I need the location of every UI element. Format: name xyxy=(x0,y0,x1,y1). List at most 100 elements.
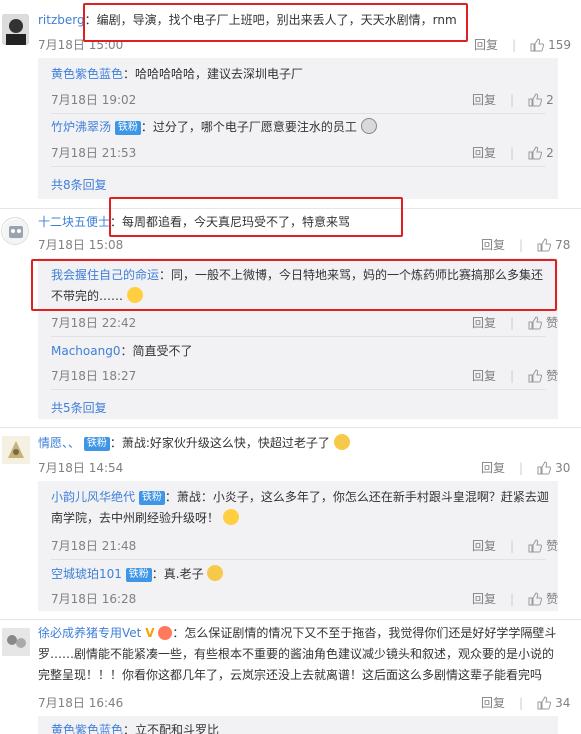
comment-actions: 回复 | 30 xyxy=(481,459,571,476)
reply-line: 竹炉沸翠汤 铁粉 ：过分了，哪个电子厂愿意要注水的员工 xyxy=(51,117,377,138)
reply-button[interactable]: 回复 xyxy=(474,36,498,53)
avatar[interactable] xyxy=(1,217,29,245)
like-count: 赞 xyxy=(546,539,559,553)
reply-text: 立不配和斗罗比 xyxy=(135,723,220,734)
divider xyxy=(51,336,546,337)
fan-badge: 铁粉 xyxy=(125,568,152,582)
reply-time: 7月18日 18:27 xyxy=(51,369,137,383)
emoji-icon xyxy=(360,118,377,134)
comment-time: 7月18日 15:08 xyxy=(38,238,124,252)
like-count: 2 xyxy=(546,92,554,107)
like-icon[interactable] xyxy=(537,237,552,252)
reply-text: 过分了，哪个电子厂愿意要注水的员工 xyxy=(152,120,357,134)
like-icon[interactable] xyxy=(537,695,552,710)
like-icon[interactable] xyxy=(528,145,543,160)
reply-text: 真.老子 xyxy=(163,567,204,581)
comment-actions: 回复 | 159 xyxy=(474,36,571,53)
comment-time: 7月18日 15:00 xyxy=(38,38,124,52)
like-count: 78 xyxy=(555,237,571,252)
comment-actions: 回复 | 78 xyxy=(481,236,571,253)
fan-badge: 铁粉 xyxy=(114,121,141,135)
like-icon[interactable] xyxy=(530,37,545,52)
comment-username[interactable]: ritzberg xyxy=(38,13,85,27)
comment-line: 徐必成养猪专用Vet V ：怎么保证剧情的情况下又不至于拖沓，我觉得你们还是好好… xyxy=(38,626,557,682)
divider xyxy=(0,619,581,620)
divider xyxy=(0,427,581,428)
like-count: 赞 xyxy=(546,316,559,330)
like-count: 赞 xyxy=(546,592,559,606)
like-icon[interactable] xyxy=(537,460,552,475)
comment-time: 7月18日 14:54 xyxy=(38,461,124,475)
like-icon[interactable] xyxy=(528,591,543,606)
avatar[interactable] xyxy=(2,628,30,656)
comment-text: 每周都追看，今天真尼玛受不了，特意来骂 xyxy=(122,215,351,229)
reply-button[interactable]: 回复 xyxy=(472,367,496,384)
like-count: 2 xyxy=(546,145,554,160)
reply-username[interactable]: 空城琥珀101 xyxy=(51,567,122,581)
reply-line: Machoang0：简直受不了 xyxy=(51,344,193,358)
reply-line: 我会握住自己的命运：同，一般不上微博，今日特地来骂，妈的一个炼药师比赛搞那么多集… xyxy=(51,268,544,303)
reply-actions: 回复 | 赞 xyxy=(472,537,559,554)
like-count: 赞 xyxy=(546,369,559,383)
emoji-icon xyxy=(222,509,239,525)
emoji-icon xyxy=(126,287,143,303)
reply-button[interactable]: 回复 xyxy=(472,91,496,108)
avatar-image-icon xyxy=(2,628,30,656)
fan-badge: 铁粉 xyxy=(138,491,165,505)
reply-button[interactable]: 回复 xyxy=(481,459,505,476)
reply-button[interactable]: 回复 xyxy=(472,590,496,607)
avatar[interactable] xyxy=(2,14,29,45)
emoji-icon xyxy=(207,565,224,581)
comment-time: 7月18日 16:46 xyxy=(38,696,124,710)
reply-time: 7月18日 21:48 xyxy=(51,539,137,553)
reply-actions: 回复 | 赞 xyxy=(472,590,559,607)
verified-icon: V xyxy=(145,626,155,640)
reply-username[interactable]: 竹炉沸翠汤 xyxy=(51,120,111,134)
like-count: 34 xyxy=(555,695,571,710)
comment-username[interactable]: 十二块五便士 xyxy=(38,215,110,229)
reply-line: 黄色紫色蓝色：哈哈哈哈哈，建议去深圳电子厂 xyxy=(51,67,304,81)
like-count: 30 xyxy=(555,460,571,475)
comment-text: 编剧，导演，找个电子厂上班吧，别出来丢人了，天天水剧情，rnm xyxy=(96,13,457,27)
reply-text: 简直受不了 xyxy=(132,344,193,358)
reply-actions: 回复 | 赞 xyxy=(472,367,559,384)
reply-username[interactable]: 小韵儿风华绝代 xyxy=(51,490,135,504)
reply-time: 7月18日 21:53 xyxy=(51,146,137,160)
like-icon[interactable] xyxy=(528,92,543,107)
divider xyxy=(51,113,546,114)
divider xyxy=(51,166,546,167)
reply-line: 黄色紫色蓝色：立不配和斗罗比 xyxy=(51,720,219,734)
like-icon[interactable] xyxy=(528,368,543,383)
reply-username[interactable]: Machoang0 xyxy=(51,344,120,358)
reply-actions: 回复 | 2 xyxy=(472,91,554,108)
avatar[interactable] xyxy=(2,436,30,464)
divider xyxy=(51,559,546,560)
cut-off-text xyxy=(2,0,6,5)
reply-time: 7月18日 19:02 xyxy=(51,93,137,107)
reply-button[interactable]: 回复 xyxy=(481,236,505,253)
reply-time: 7月18日 16:28 xyxy=(51,592,137,606)
comment-username[interactable]: 情愿、、 xyxy=(38,436,80,450)
like-icon[interactable] xyxy=(528,538,543,553)
more-replies-link[interactable]: 共8条回复 xyxy=(51,176,107,193)
reply-text: 哈哈哈哈哈，建议去深圳电子厂 xyxy=(135,67,304,81)
fan-badge: 铁粉 xyxy=(83,437,110,451)
reply-button[interactable]: 回复 xyxy=(472,314,496,331)
reply-actions: 回复 | 赞 xyxy=(472,314,559,331)
emoji-icon xyxy=(333,434,350,450)
reply-username[interactable]: 黄色紫色蓝色 xyxy=(51,723,123,734)
avatar-image-icon xyxy=(2,14,29,45)
divider xyxy=(51,389,546,390)
reply-button[interactable]: 回复 xyxy=(481,694,505,711)
like-icon[interactable] xyxy=(528,315,543,330)
reply-line: 空城琥珀101 铁粉 ：真.老子 xyxy=(51,564,224,585)
reply-button[interactable]: 回复 xyxy=(472,144,496,161)
reply-time: 7月18日 22:42 xyxy=(51,316,137,330)
reply-username[interactable]: 我会握住自己的命运 xyxy=(51,268,159,282)
comment-actions: 回复 | 34 xyxy=(481,694,571,711)
more-replies-link[interactable]: 共5条回复 xyxy=(51,399,107,416)
comment-line: ritzberg：编剧，导演，找个电子厂上班吧，别出来丢人了，天天水剧情，rnm xyxy=(38,13,457,27)
comment-username[interactable]: 徐必成养猪专用Vet xyxy=(38,626,141,640)
reply-button[interactable]: 回复 xyxy=(472,537,496,554)
reply-username[interactable]: 黄色紫色蓝色 xyxy=(51,67,123,81)
